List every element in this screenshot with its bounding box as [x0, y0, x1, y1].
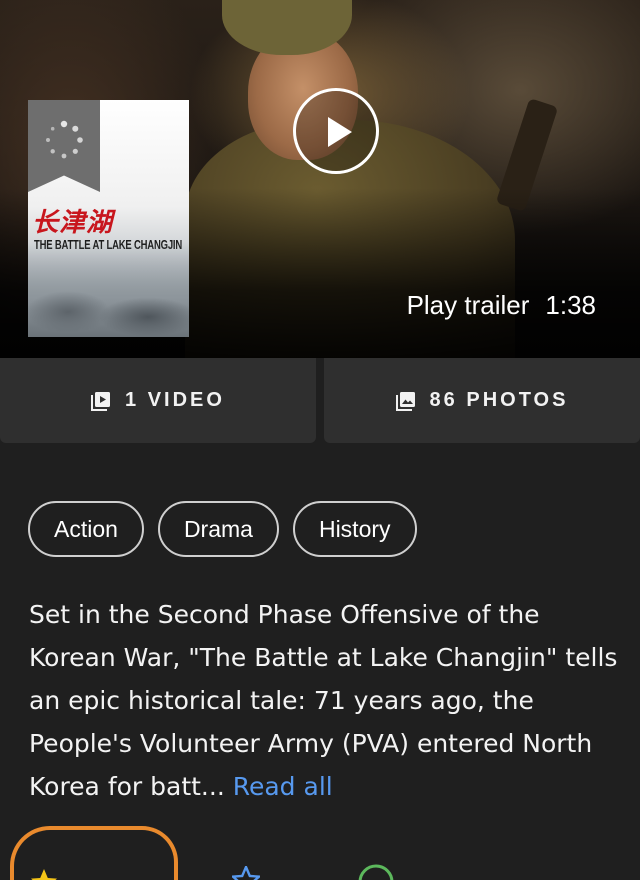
- metascore-icon: [358, 864, 394, 880]
- plot-summary: Set in the Second Phase Offensive of the…: [29, 593, 619, 808]
- poster-title-chinese: 长津湖: [32, 208, 114, 238]
- play-circle-icon[interactable]: [293, 88, 379, 174]
- genre-chip-drama[interactable]: Drama: [157, 501, 279, 557]
- photo-library-icon: [395, 391, 415, 411]
- videos-button[interactable]: 1 VIDEO: [0, 358, 316, 443]
- genre-chip-action[interactable]: Action: [28, 501, 144, 557]
- plot-text: Set in the Second Phase Offensive of the…: [29, 600, 618, 801]
- poster-art: [28, 242, 189, 337]
- rate-star-icon[interactable]: [232, 866, 260, 880]
- photos-label: 86 PHOTOS: [429, 389, 569, 411]
- photos-button[interactable]: 86 PHOTOS: [324, 358, 640, 443]
- video-library-icon: [91, 391, 111, 411]
- read-all-link[interactable]: Read all: [233, 772, 333, 801]
- trailer-duration: 1:38: [545, 290, 596, 320]
- genre-chip-history[interactable]: History: [292, 501, 417, 557]
- star-icon: [31, 869, 57, 880]
- spinner-icon: [46, 120, 83, 159]
- movie-poster[interactable]: 长津湖 THE BATTLE AT LAKE CHANGJIN: [28, 100, 189, 337]
- play-trailer-label[interactable]: Play trailer 1:38: [407, 290, 596, 321]
- genre-chips: Action Drama History: [28, 501, 417, 557]
- videos-label: 1 VIDEO: [125, 389, 225, 411]
- trailer-text: Play trailer: [406, 290, 530, 320]
